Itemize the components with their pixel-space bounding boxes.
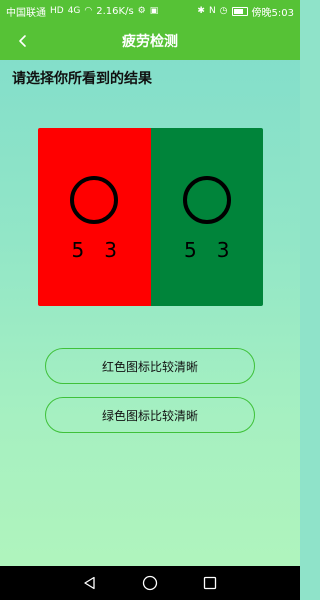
nfc-icon: N xyxy=(208,6,216,16)
settings-notification-icon: ⚙ xyxy=(137,6,146,16)
title-bar: 疲劳检测 xyxy=(0,22,300,60)
green-panel-digits: 5 3 xyxy=(151,238,264,262)
carrier-label: 中国联通 xyxy=(6,7,46,19)
wifi-icon: ◠ xyxy=(84,6,93,16)
signal-icon: 4G xyxy=(67,6,81,16)
green-digit-1: 5 xyxy=(184,238,197,262)
nav-back-button[interactable] xyxy=(78,571,102,595)
nav-recents-button[interactable] xyxy=(198,571,222,595)
green-panel: 5 3 xyxy=(150,128,264,306)
green-digit-2: 3 xyxy=(216,238,230,262)
alarm-icon: ◷ xyxy=(219,6,228,16)
red-panel-digits: 5 3 xyxy=(38,238,151,262)
status-bar: 中国联通 HD 4G ◠ 2.16K/s ⚙ ▣ ✱ N ◷ 傍晚5:03 xyxy=(0,0,300,22)
chevron-left-icon xyxy=(19,35,26,47)
circle-home-icon xyxy=(142,575,158,591)
ring-icon xyxy=(70,176,119,224)
battery-icon xyxy=(231,6,248,16)
hd-icon: HD xyxy=(50,6,64,16)
status-left: 中国联通 HD 4G ◠ 2.16K/s ⚙ ▣ xyxy=(6,4,158,19)
bluetooth-icon: ✱ xyxy=(197,6,205,16)
red-digit-1: 5 xyxy=(71,238,85,262)
red-clearer-button[interactable]: 红色图标比较清晰 xyxy=(45,348,255,384)
page-title: 疲劳检测 xyxy=(122,34,178,50)
triangle-back-icon xyxy=(84,576,95,590)
network-speed: 2.16K/s xyxy=(96,5,134,17)
system-nav-bar xyxy=(0,566,300,600)
square-recents-icon xyxy=(203,576,217,590)
app-notification-icon: ▣ xyxy=(149,6,159,16)
red-digit-2: 3 xyxy=(104,238,117,262)
red-panel: 5 3 xyxy=(38,128,151,306)
screen: 中国联通 HD 4G ◠ 2.16K/s ⚙ ▣ ✱ N ◷ 傍晚5:03 疲劳… xyxy=(0,0,300,600)
green-clearer-button[interactable]: 绿色图标比较清晰 xyxy=(45,397,255,433)
status-time: 傍晚5:03 xyxy=(251,7,294,19)
instruction-text: 请选择你所看到的结果 xyxy=(12,71,152,87)
nav-home-button[interactable] xyxy=(138,571,162,595)
status-right: ✱ N ◷ 傍晚5:03 xyxy=(197,4,294,19)
fatigue-test-card: 5 3 5 3 xyxy=(38,128,263,306)
ring-icon xyxy=(182,176,231,224)
back-button[interactable] xyxy=(10,28,36,54)
